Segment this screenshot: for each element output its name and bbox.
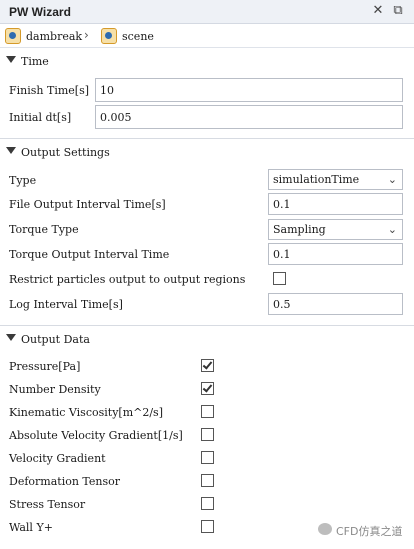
torque-output-interval-label: Torque Output Interval Time [9, 248, 170, 261]
breadcrumb: dambreak › scene [0, 24, 414, 48]
output-item-checkbox[interactable] [201, 497, 214, 510]
restrict-particles-checkbox[interactable] [273, 272, 286, 285]
output-item-checkbox[interactable] [201, 359, 214, 372]
section-output-data-header[interactable]: Output Data [0, 328, 414, 350]
initial-dt-label: Initial dt[s] [9, 111, 72, 124]
breadcrumb-item-dambreak[interactable]: dambreak [26, 30, 82, 43]
torque-type-select[interactable]: Sampling ⌄ [268, 219, 403, 240]
output-item-label: Stress Tensor [9, 498, 86, 511]
close-icon[interactable]: ✕ [370, 3, 386, 19]
type-label: Type [9, 174, 37, 187]
section-time-title: Time [21, 55, 49, 68]
checkmark-icon [202, 382, 213, 393]
output-item-label: Velocity Gradient [9, 452, 106, 465]
output-item-label: Number Density [9, 383, 101, 396]
finish-time-label: Finish Time[s] [9, 84, 90, 97]
finish-time-input[interactable] [95, 78, 403, 102]
section-output-settings-header[interactable]: Output Settings [0, 141, 414, 163]
output-item-label: Deformation Tensor [9, 475, 121, 488]
chevron-down-icon: ⌄ [387, 223, 397, 236]
chevron-down-icon: ⌄ [387, 173, 397, 186]
log-interval-label: Log Interval Time[s] [9, 298, 123, 311]
section-output-data-title: Output Data [21, 333, 90, 346]
section-output-settings-title: Output Settings [21, 146, 110, 159]
breadcrumb-item-scene[interactable]: scene [122, 30, 154, 43]
type-select-value: simulationTime [273, 173, 360, 186]
output-item-checkbox[interactable] [201, 451, 214, 464]
watermark-text: CFD仿真之道 [336, 525, 403, 538]
output-item-checkbox[interactable] [201, 382, 214, 395]
torque-type-label: Torque Type [9, 223, 79, 236]
log-interval-input[interactable] [268, 293, 403, 315]
section-time-header[interactable]: Time [0, 50, 414, 72]
initial-dt-input[interactable] [95, 105, 403, 129]
undock-icon[interactable]: ⧉ [390, 3, 406, 19]
output-item-checkbox[interactable] [201, 428, 214, 441]
output-item-label: Kinematic Viscosity[m^2/s] [9, 406, 163, 419]
chevron-right-icon: › [84, 28, 89, 42]
torque-type-select-value: Sampling [273, 223, 326, 236]
type-select[interactable]: simulationTime ⌄ [268, 169, 403, 190]
output-item-checkbox[interactable] [201, 474, 214, 487]
section-divider [0, 138, 414, 139]
panel-titlebar: PW Wizard ✕ ⧉ [0, 0, 414, 24]
wechat-icon [318, 523, 332, 535]
scene-icon [101, 28, 117, 44]
output-item-label: Absolute Velocity Gradient[1/s] [9, 429, 183, 442]
collapse-triangle-icon[interactable] [6, 334, 16, 341]
file-output-interval-input[interactable] [268, 193, 403, 215]
output-item-checkbox[interactable] [201, 405, 214, 418]
panel-title: PW Wizard [9, 5, 71, 19]
file-output-interval-label: File Output Interval Time[s] [9, 198, 166, 211]
project-icon [5, 28, 21, 44]
output-item-checkbox[interactable] [201, 520, 214, 533]
output-item-label: Pressure[Pa] [9, 360, 81, 373]
torque-output-interval-input[interactable] [268, 243, 403, 265]
output-item-label: Wall Y+ [9, 521, 53, 534]
restrict-particles-label: Restrict particles output to output regi… [9, 273, 246, 286]
collapse-triangle-icon[interactable] [6, 56, 16, 63]
section-divider [0, 325, 414, 326]
collapse-triangle-icon[interactable] [6, 147, 16, 154]
checkmark-icon [202, 359, 213, 370]
